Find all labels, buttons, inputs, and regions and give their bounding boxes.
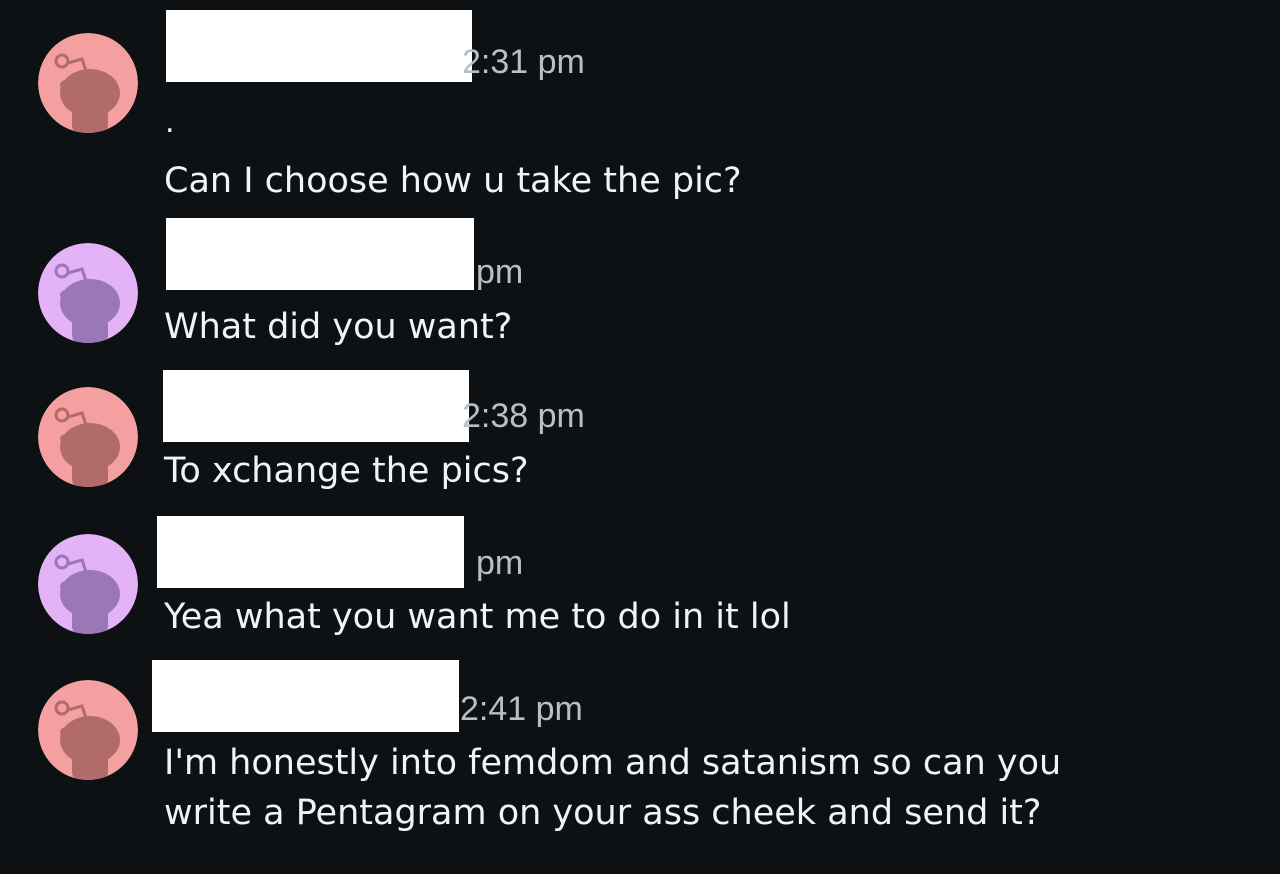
- redacted-username: [166, 218, 474, 290]
- message-text-line: .: [165, 105, 175, 140]
- message-text-line: write a Pentagram on your ass cheek and …: [164, 793, 1042, 833]
- message-timestamp: 2:38 pm: [462, 397, 585, 435]
- message-text-line: Can I choose how u take the pic?: [164, 161, 742, 201]
- chat-message: pm Yea what you want me to do in it lol: [0, 510, 1280, 660]
- message-timestamp: pm: [476, 253, 524, 291]
- message-timestamp: 2:41 pm: [460, 690, 583, 728]
- snoo-avatar-purple-icon[interactable]: [38, 243, 138, 343]
- message-text-line: Yea what you want me to do in it lol: [164, 597, 791, 637]
- snoo-avatar-pink-icon[interactable]: [38, 387, 138, 487]
- message-timestamp: 2:31 pm: [462, 43, 585, 81]
- redacted-username: [152, 660, 459, 732]
- message-timestamp: pm: [476, 544, 524, 582]
- snoo-avatar-pink-icon[interactable]: [38, 33, 138, 133]
- message-text-line: What did you want?: [164, 307, 513, 347]
- message-text-line: I'm honestly into femdom and satanism so…: [164, 743, 1062, 783]
- chat-message: 2:41 pm I'm honestly into femdom and sat…: [0, 655, 1280, 874]
- chat-message: 2:31 pm . Can I choose how u take the pi…: [0, 0, 1280, 210]
- chat-message: 2:38 pm To xchange the pics?: [0, 360, 1280, 510]
- message-text-line: To xchange the pics?: [164, 451, 529, 491]
- snoo-avatar-purple-icon[interactable]: [38, 534, 138, 634]
- chat-message: pm What did you want?: [0, 210, 1280, 360]
- redacted-username: [157, 516, 464, 588]
- redacted-username: [163, 370, 469, 442]
- snoo-avatar-pink-icon[interactable]: [38, 680, 138, 780]
- redacted-username: [166, 10, 472, 82]
